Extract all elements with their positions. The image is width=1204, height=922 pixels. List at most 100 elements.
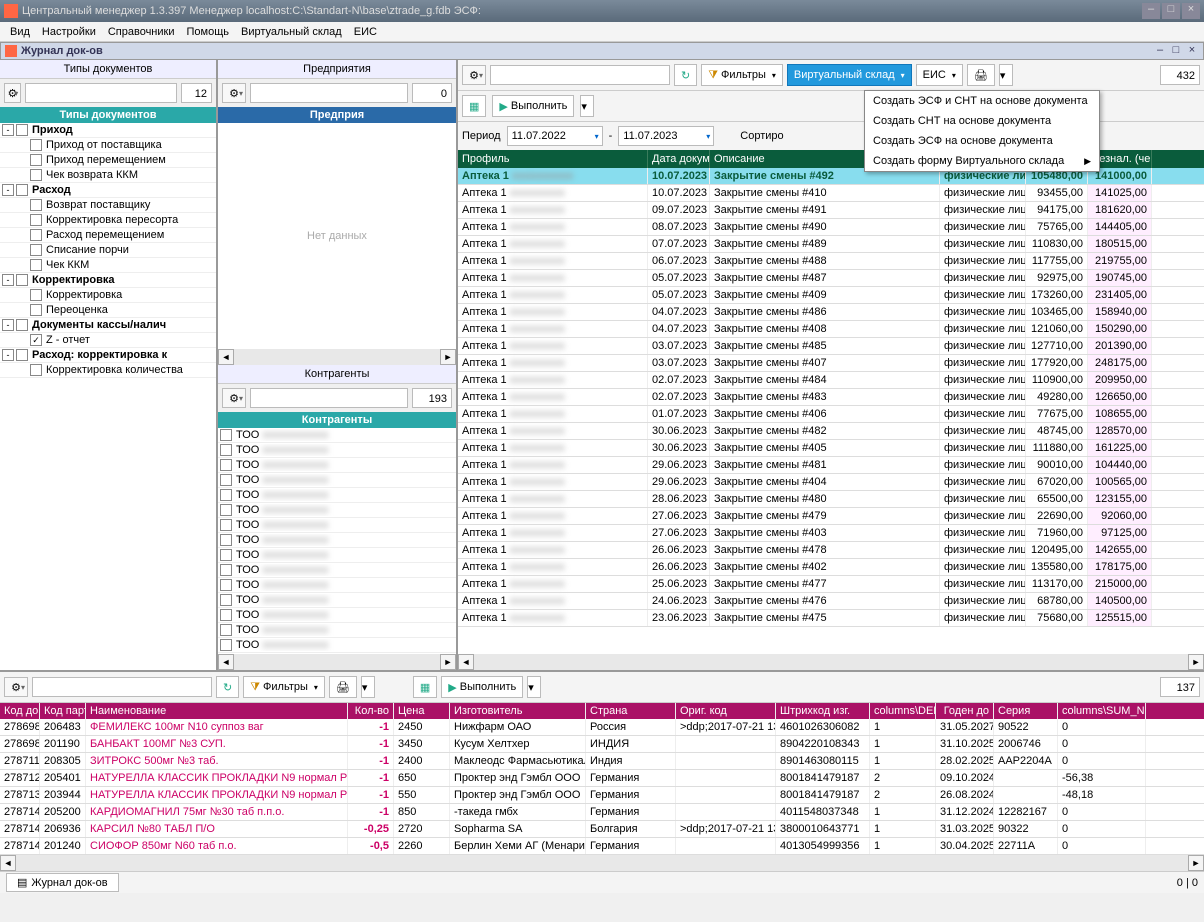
doc-types-search[interactable] xyxy=(25,83,177,103)
checkbox[interactable] xyxy=(16,349,28,361)
list-item[interactable]: ТОО xxxxxxxxxxxx xyxy=(218,563,456,578)
table-row[interactable]: 278712205401НАТУРЕЛЛА КЛАССИК ПРОКЛАДКИ … xyxy=(0,770,1204,787)
list-item[interactable]: ТОО xxxxxxxxxxxx xyxy=(218,428,456,443)
details-grid[interactable]: 278698206483ФЕМИЛЕКС 100мг N10 суппоз ва… xyxy=(0,719,1204,855)
checkbox[interactable] xyxy=(220,429,232,441)
checkbox[interactable] xyxy=(16,274,28,286)
expand-icon[interactable]: - xyxy=(2,124,14,136)
checkbox[interactable] xyxy=(220,489,232,501)
scroll-right-icon[interactable]: ► xyxy=(1188,654,1204,670)
expand-icon[interactable]: - xyxy=(2,184,14,196)
date-from-input[interactable]: 11.07.2022 xyxy=(507,126,603,146)
contractors-hscroll[interactable]: ◄ ► xyxy=(218,654,456,670)
tree-row[interactable]: Чек ККМ xyxy=(0,258,216,273)
table-row[interactable]: 278714201240СИОФОР 850мг N60 таб п.о.-0,… xyxy=(0,838,1204,855)
list-item[interactable]: ТОО xxxxxxxxxxxx xyxy=(218,518,456,533)
table-row[interactable]: Аптека 1 xxxxxxxxxx02.07.2023Закрытие см… xyxy=(458,372,1204,389)
table-row[interactable]: Аптека 1 xxxxxxxxxx06.07.2023Закрытие см… xyxy=(458,253,1204,270)
tree-row[interactable]: Списание порчи xyxy=(0,243,216,258)
col-header[interactable]: Кол-во xyxy=(348,703,394,719)
subwindow-minimize[interactable]: – xyxy=(1153,44,1167,58)
details-print-drop[interactable]: ▾ xyxy=(361,676,375,698)
tree-row[interactable]: -Приход xyxy=(0,123,216,138)
checkbox[interactable] xyxy=(220,459,232,471)
contractors-list[interactable]: ТОО xxxxxxxxxxxxТОО xxxxxxxxxxxxТОО xxxx… xyxy=(218,428,456,654)
print-dropdown[interactable]: ▾ xyxy=(999,64,1013,86)
table-row[interactable]: 278713203944НАТУРЕЛЛА КЛАССИК ПРОКЛАДКИ … xyxy=(0,787,1204,804)
doc-types-gear[interactable]: ⚙ xyxy=(4,83,21,103)
contractors-gear[interactable]: ⚙ xyxy=(222,388,246,408)
scroll-left-icon[interactable]: ◄ xyxy=(218,349,234,365)
table-row[interactable]: Аптека 1 xxxxxxxxxx30.06.2023Закрытие см… xyxy=(458,440,1204,457)
list-item[interactable]: ТОО xxxxxxxxxxxx xyxy=(218,623,456,638)
list-item[interactable]: ТОО xxxxxxxxxxxx xyxy=(218,488,456,503)
details-filters[interactable]: ⧩Фильтры xyxy=(243,676,325,698)
tree-row[interactable]: Приход от поставщика xyxy=(0,138,216,153)
menu-view[interactable]: Вид xyxy=(4,24,36,40)
col-profile[interactable]: Профиль xyxy=(458,150,648,168)
table-row[interactable]: Аптека 1 xxxxxxxxxx02.07.2023Закрытие см… xyxy=(458,389,1204,406)
checkbox[interactable] xyxy=(30,259,42,271)
table-row[interactable]: Аптека 1 xxxxxxxxxx04.07.2023Закрытие см… xyxy=(458,304,1204,321)
table-row[interactable]: Аптека 1 xxxxxxxxxx26.06.2023Закрытие см… xyxy=(458,559,1204,576)
table-row[interactable]: Аптека 1 xxxxxxxxxx08.07.2023Закрытие см… xyxy=(458,219,1204,236)
list-item[interactable]: ТОО xxxxxxxxxxxx xyxy=(218,458,456,473)
checkbox[interactable] xyxy=(30,154,42,166)
execute-button[interactable]: ▶Выполнить xyxy=(492,95,574,117)
table-row[interactable]: Аптека 1 xxxxxxxxxx05.07.2023Закрытие см… xyxy=(458,287,1204,304)
details-excel[interactable]: ▦ xyxy=(413,676,437,698)
docs-hscroll[interactable]: ◄ ► xyxy=(458,654,1204,670)
checkbox[interactable] xyxy=(30,139,42,151)
tree-row[interactable]: Возврат поставщику xyxy=(0,198,216,213)
details-execute-drop[interactable]: ▾ xyxy=(527,676,541,698)
tree-row[interactable]: Переоценка xyxy=(0,303,216,318)
col-header[interactable]: Штрихкод изг. xyxy=(776,703,870,719)
filters-button[interactable]: ⧩Фильтры xyxy=(701,64,783,86)
list-item[interactable]: ТОО xxxxxxxxxxxx xyxy=(218,443,456,458)
expand-icon[interactable]: - xyxy=(2,349,14,361)
scroll-left-icon[interactable]: ◄ xyxy=(0,855,16,871)
scroll-right-icon[interactable]: ► xyxy=(440,349,456,365)
checkbox[interactable] xyxy=(30,289,42,301)
list-item[interactable]: ТОО xxxxxxxxxxxx xyxy=(218,473,456,488)
virtual-warehouse-button[interactable]: Виртуальный склад xyxy=(787,64,912,86)
table-row[interactable]: Аптека 1 xxxxxxxxxx04.07.2023Закрытие см… xyxy=(458,321,1204,338)
table-row[interactable]: Аптека 1 xxxxxxxxxx01.07.2023Закрытие см… xyxy=(458,406,1204,423)
table-row[interactable]: Аптека 1 xxxxxxxxxx24.06.2023Закрытие см… xyxy=(458,593,1204,610)
list-item[interactable]: ТОО xxxxxxxxxxxx xyxy=(218,608,456,623)
checkbox[interactable] xyxy=(220,504,232,516)
tree-row[interactable]: Корректировка пересорта xyxy=(0,213,216,228)
list-item[interactable]: ТОО xxxxxxxxxxxx xyxy=(218,503,456,518)
tree-row[interactable]: -Расход xyxy=(0,183,216,198)
contractors-search[interactable] xyxy=(250,388,408,408)
eic-button[interactable]: ЕИС xyxy=(916,64,963,86)
checkbox[interactable] xyxy=(16,319,28,331)
execute-dropdown[interactable]: ▾ xyxy=(580,95,594,117)
menu-create-esf[interactable]: Создать ЭСФ на основе документа xyxy=(865,131,1099,151)
scroll-right-icon[interactable]: ► xyxy=(1188,855,1204,871)
tree-row[interactable]: Корректировка xyxy=(0,288,216,303)
table-row[interactable]: 278711208305ЗИТРОКС 500мг №3 таб.-12400М… xyxy=(0,753,1204,770)
checkbox[interactable] xyxy=(220,519,232,531)
tree-row[interactable]: -Расход: корректировка к xyxy=(0,348,216,363)
details-hscroll[interactable]: ◄ ► xyxy=(0,855,1204,871)
documents-grid[interactable]: Профиль Дата докуме Описание ек) Безнал.… xyxy=(458,150,1204,654)
table-row[interactable]: Аптека 1 xxxxxxxxxx03.07.2023Закрытие см… xyxy=(458,355,1204,372)
details-refresh[interactable]: ↻ xyxy=(216,676,239,698)
table-row[interactable]: Аптека 1 xxxxxxxxxx26.06.2023Закрытие см… xyxy=(458,542,1204,559)
checkbox[interactable] xyxy=(220,609,232,621)
table-row[interactable]: Аптека 1 xxxxxxxxxx30.06.2023Закрытие см… xyxy=(458,423,1204,440)
table-row[interactable]: Аптека 1 xxxxxxxxxx10.07.2023Закрытие см… xyxy=(458,185,1204,202)
col-header[interactable]: Наименование xyxy=(86,703,348,719)
menu-create-snt[interactable]: Создать СНТ на основе документа xyxy=(865,111,1099,131)
list-item[interactable]: ТОО xxxxxxxxxxxx xyxy=(218,593,456,608)
status-tab[interactable]: ▤ Журнал док-ов xyxy=(6,873,119,892)
checkbox[interactable] xyxy=(220,624,232,636)
col-header[interactable]: Изготовитель xyxy=(450,703,586,719)
close-button[interactable]: × xyxy=(1182,3,1200,19)
table-row[interactable]: Аптека 1 xxxxxxxxxx09.07.2023Закрытие см… xyxy=(458,202,1204,219)
details-print[interactable]: 🖨 xyxy=(329,676,357,698)
checkbox[interactable] xyxy=(30,229,42,241)
menu-help[interactable]: Помощь xyxy=(180,24,235,40)
expand-icon[interactable]: - xyxy=(2,319,14,331)
